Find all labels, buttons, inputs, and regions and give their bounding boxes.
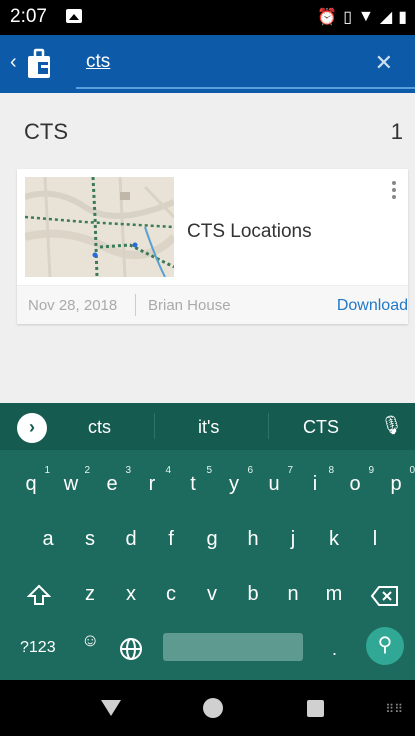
key-j[interactable]: j [276,528,310,551]
globe-icon[interactable] [119,637,143,661]
key-k[interactable]: k [317,528,351,551]
key-o[interactable]: o9 [338,465,374,496]
key-d[interactable]: d [114,528,148,551]
key-number-hint: 6 [247,465,253,476]
divider [268,413,269,439]
image-icon [66,9,82,23]
nav-back-icon[interactable] [101,700,121,716]
card-title[interactable]: CTS Locations [187,221,312,243]
key-number-hint: 1 [44,465,50,476]
key-number-hint: 2 [84,465,90,476]
search-input[interactable] [86,51,326,73]
group-count: 1 [390,119,403,144]
key-b[interactable]: b [236,583,270,606]
key-p[interactable]: p0 [379,465,415,496]
symbols-key[interactable]: ?123 [20,639,56,657]
key-l[interactable]: l [358,528,392,551]
search-app-bar: ‹ ✕ [0,35,415,93]
close-icon[interactable]: ✕ [375,50,393,76]
key-y[interactable]: y6 [217,465,253,496]
key-n[interactable]: n [276,583,310,606]
key-f[interactable]: f [154,528,188,551]
key-c[interactable]: c [154,583,188,606]
battery-icon: ▮ [398,9,407,26]
key-number-hint: 4 [165,465,171,476]
key-v[interactable]: v [195,583,229,606]
group-title: CTS [24,119,68,144]
app-logo-icon[interactable] [26,48,54,80]
key-label: e [106,473,118,495]
key-x[interactable]: x [114,583,148,606]
key-h[interactable]: h [236,528,270,551]
chevron-right-icon[interactable]: › [17,413,47,443]
key-s[interactable]: s [73,528,107,551]
key-m[interactable]: m [317,583,351,606]
card-date: Nov 28, 2018 [28,297,118,314]
vibrate-icon: ▯ [343,9,353,26]
key-label: i [312,473,318,495]
period-key[interactable]: . [332,639,337,660]
signal-icon: ◢ [379,9,393,26]
nav-recents-icon[interactable] [307,700,324,717]
key-a[interactable]: a [31,528,65,551]
divider [135,294,136,316]
key-label: y [229,473,239,495]
key-q[interactable]: q1 [14,465,50,496]
search-underline [76,87,415,89]
key-r[interactable]: r4 [135,465,171,496]
key-label: o [349,473,361,495]
suggestion-strip: › cts it's CTS 🎙 [0,403,415,450]
key-number-hint: 5 [206,465,212,476]
wifi-icon: ▼ [358,8,374,25]
key-number-hint: 8 [328,465,334,476]
status-bar: 2:07 ⏰ ▯ ▼ ◢ ▮ [0,0,415,35]
suggestion-3[interactable]: CTS [303,417,339,438]
key-i[interactable]: i8 [298,465,334,496]
key-label: r [148,473,156,495]
search-icon[interactable]: ⚲ [366,627,404,665]
result-card[interactable]: CTS Locations Nov 28, 2018 Brian House D… [17,169,408,324]
backspace-icon[interactable] [370,585,400,607]
key-number-hint: 7 [287,465,293,476]
key-label: u [268,473,280,495]
download-button[interactable]: Download [337,297,408,315]
key-g[interactable]: g [195,528,229,551]
card-author: Brian House [148,297,231,314]
key-number-hint: 3 [125,465,131,476]
chevron-left-icon[interactable]: ‹ [10,51,17,74]
key-number-hint: 9 [368,465,374,476]
status-time: 2:07 [10,6,47,27]
suggestion-1[interactable]: cts [88,417,111,438]
key-label: q [25,473,37,495]
spacebar[interactable] [163,633,303,661]
shift-icon[interactable] [27,583,51,607]
key-label: t [190,473,196,495]
key-label: p [390,473,402,495]
mic-icon[interactable]: 🎙 [380,415,403,436]
key-e[interactable]: e3 [95,465,131,496]
soft-keyboard: › cts it's CTS 🎙 ?123 ☺ . ⚲ q1w2e3r4t5y6… [0,403,415,680]
key-t[interactable]: t5 [176,465,212,496]
key-u[interactable]: u7 [257,465,293,496]
status-icons: ⏰ ▯ ▼ ◢ ▮ [317,7,407,27]
suggestion-2[interactable]: it's [198,417,219,438]
emoji-icon[interactable]: ☺ [81,630,99,651]
map-thumbnail[interactable] [25,177,174,277]
card-footer: Nov 28, 2018 Brian House Download [17,285,408,324]
navigation-bar: ⠿⠿ [0,680,415,736]
key-label: w [63,473,79,495]
key-number-hint: 0 [409,465,415,476]
more-options-icon[interactable] [392,181,398,202]
key-z[interactable]: z [73,583,107,606]
keyboard-switch-icon[interactable]: ⠿⠿ [385,702,403,716]
nav-home-icon[interactable] [203,698,223,718]
results-area: CTS 1 CTS Locations Nov 28, 2018 Brian H… [0,93,415,403]
alarm-icon: ⏰ [317,9,338,26]
key-w[interactable]: w2 [54,465,90,496]
divider [154,413,155,439]
